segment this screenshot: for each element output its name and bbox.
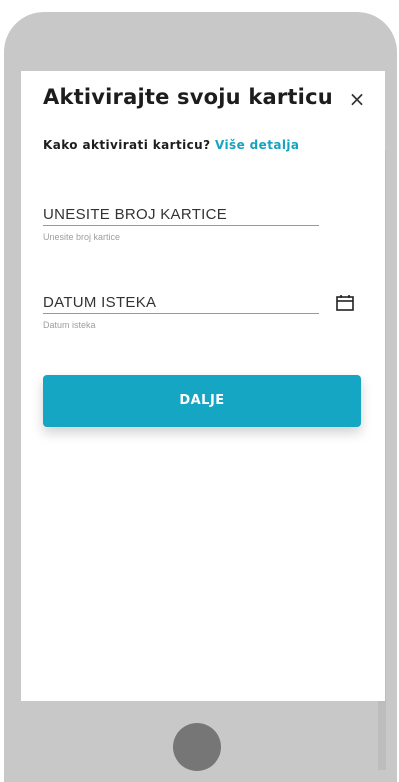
next-button[interactable]: DALJE — [43, 375, 361, 427]
how-to-activate-text: Kako aktivirati karticu? Više detalja — [43, 138, 299, 152]
activation-dialog: Aktivirajte svoju karticu × Kako aktivir… — [21, 71, 385, 701]
dialog-title: Aktivirajte svoju karticu — [43, 85, 333, 109]
more-details-link[interactable]: Više detalja — [215, 138, 299, 152]
home-button[interactable] — [173, 723, 221, 771]
calendar-icon[interactable] — [335, 293, 355, 313]
card-number-helper: Unesite broj kartice — [43, 232, 121, 242]
expiry-date-helper: Datum isteka — [43, 320, 96, 330]
close-icon[interactable]: × — [347, 89, 367, 109]
card-number-field[interactable]: UNESITE BROJ KARTICE Unesite broj kartic… — [43, 206, 319, 242]
subtitle-question: Kako aktivirati karticu? — [43, 138, 211, 152]
expiry-date-field[interactable]: DATUM ISTEKA Datum isteka — [43, 294, 319, 330]
expiry-date-input[interactable]: DATUM ISTEKA — [43, 294, 319, 314]
card-number-input[interactable]: UNESITE BROJ KARTICE — [43, 206, 319, 226]
